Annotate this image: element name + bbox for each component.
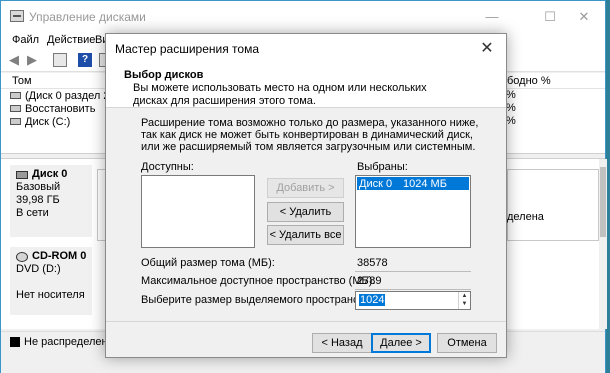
selected-disk-name: Диск 0	[359, 177, 393, 190]
disk-0-status: В сети	[16, 207, 49, 219]
volume-free-percent: %	[506, 115, 516, 127]
space-amount-input[interactable]: 1024	[359, 294, 386, 306]
selected-disk-item[interactable]: Диск 0 1024 МБ	[357, 177, 469, 190]
back-button[interactable]: < Назад	[312, 333, 372, 353]
selected-disk-size: 1024 МБ	[403, 177, 447, 190]
available-disks-list[interactable]	[141, 175, 255, 248]
disk-management-icon	[10, 10, 24, 22]
dialog-description: Расширение тома возможно только до разме…	[141, 117, 479, 153]
dialog-header-description: Вы можете использовать место на одном ил…	[133, 82, 427, 107]
total-size-underline	[355, 271, 471, 272]
max-space-value: 2789	[357, 275, 382, 287]
unallocated-label: делена	[507, 211, 544, 223]
cdrom-0-status: Нет носителя	[16, 289, 85, 301]
cdrom-0-name: CD-ROM 0	[32, 250, 87, 262]
dialog-close-icon[interactable]: ✕	[478, 38, 496, 58]
unallocated-legend-swatch	[10, 337, 20, 347]
dialog-title: Мастер расширения тома	[115, 42, 259, 56]
disk-map-scrollbar[interactable]	[599, 159, 607, 329]
remove-button[interactable]: < Удалить	[267, 202, 344, 222]
help-icon[interactable]: ?	[78, 53, 92, 67]
properties-icon[interactable]	[53, 53, 67, 67]
cdrom-0-label[interactable]: CD-ROM 0 DVD (D:) Нет носителя	[10, 247, 92, 315]
disk-0-name: Диск 0	[32, 168, 68, 180]
column-volume[interactable]: Том	[12, 75, 32, 87]
window-title: Управление дисками	[29, 10, 146, 24]
cdrom-0-type: DVD (D:)	[16, 263, 61, 275]
volume-name: Восстановить	[25, 102, 96, 115]
drive-icon	[10, 92, 21, 99]
dialog-header-title: Выбор дисков	[124, 69, 204, 81]
disk-0-label[interactable]: Диск 0 Базовый 39,98 ГБ В сети	[10, 165, 92, 237]
cancel-button[interactable]: Отмена	[437, 333, 497, 353]
volume-free-percent: %	[506, 89, 516, 101]
forward-arrow-icon[interactable]: ▶	[27, 53, 41, 67]
column-free-percent[interactable]: бодно %	[507, 75, 551, 87]
spinner-down-icon[interactable]: ▼	[459, 300, 470, 308]
disk-0-title: Диск 0	[16, 168, 92, 181]
cdrom-0-size	[16, 276, 92, 289]
volume-name: Диск (C:)	[25, 115, 71, 128]
title-bar: Управление дисками — ☐ ✕	[1, 1, 605, 32]
add-button[interactable]: Добавить >	[267, 178, 344, 198]
volume-row[interactable]: Диск (C:)	[10, 115, 70, 128]
scroll-thumb[interactable]	[600, 167, 606, 237]
dialog-header: Выбор дисков Вы можете использовать мест…	[106, 62, 506, 108]
disk-0-type: Базовый	[16, 181, 61, 193]
dialog-title-bar: Мастер расширения тома ✕	[106, 34, 506, 62]
spinner-up-icon[interactable]: ▲	[459, 292, 470, 300]
minimize-button[interactable]: —	[469, 1, 515, 32]
hard-disk-icon	[16, 170, 28, 179]
close-button[interactable]: ✕	[561, 1, 607, 32]
max-space-underline	[355, 289, 471, 290]
selected-label: Выбраны:	[357, 161, 408, 173]
volume-row[interactable]: Восстановить	[10, 102, 95, 115]
max-space-label: Максимальное доступное пространство (МБ)…	[141, 275, 376, 287]
disk-0-size: 39,98 ГБ	[16, 194, 60, 206]
cdrom-icon	[16, 251, 28, 262]
unallocated-legend-label: Не распределена	[24, 336, 114, 348]
next-button[interactable]: Далее >	[371, 333, 431, 353]
total-size-label: Общий размер тома (МБ):	[141, 257, 275, 269]
drive-icon	[10, 118, 21, 125]
spinner-buttons: ▲ ▼	[458, 292, 470, 309]
volume-name: (Диск 0 раздел 2)	[25, 89, 114, 102]
selected-disks-list[interactable]: Диск 0 1024 МБ	[355, 175, 471, 248]
remove-all-button[interactable]: < Удалить все	[267, 225, 344, 245]
total-size-value: 38578	[357, 257, 388, 269]
dialog-separator	[106, 321, 506, 322]
back-arrow-icon[interactable]: ◀	[9, 53, 23, 67]
cdrom-0-title: CD-ROM 0	[16, 250, 92, 263]
available-label: Доступны:	[141, 161, 194, 173]
menu-action[interactable]: Действие	[47, 34, 95, 46]
volume-row[interactable]: (Диск 0 раздел 2)	[10, 89, 113, 102]
menu-file[interactable]: Файл	[12, 34, 39, 46]
unallocated-block[interactable]	[507, 169, 599, 241]
volume-free-percent: %	[506, 102, 516, 114]
extend-volume-wizard: Мастер расширения тома ✕ Выбор дисков Вы…	[105, 33, 507, 358]
space-amount-spinner[interactable]: 1024 ▲ ▼	[355, 291, 471, 310]
drive-icon	[10, 105, 21, 112]
